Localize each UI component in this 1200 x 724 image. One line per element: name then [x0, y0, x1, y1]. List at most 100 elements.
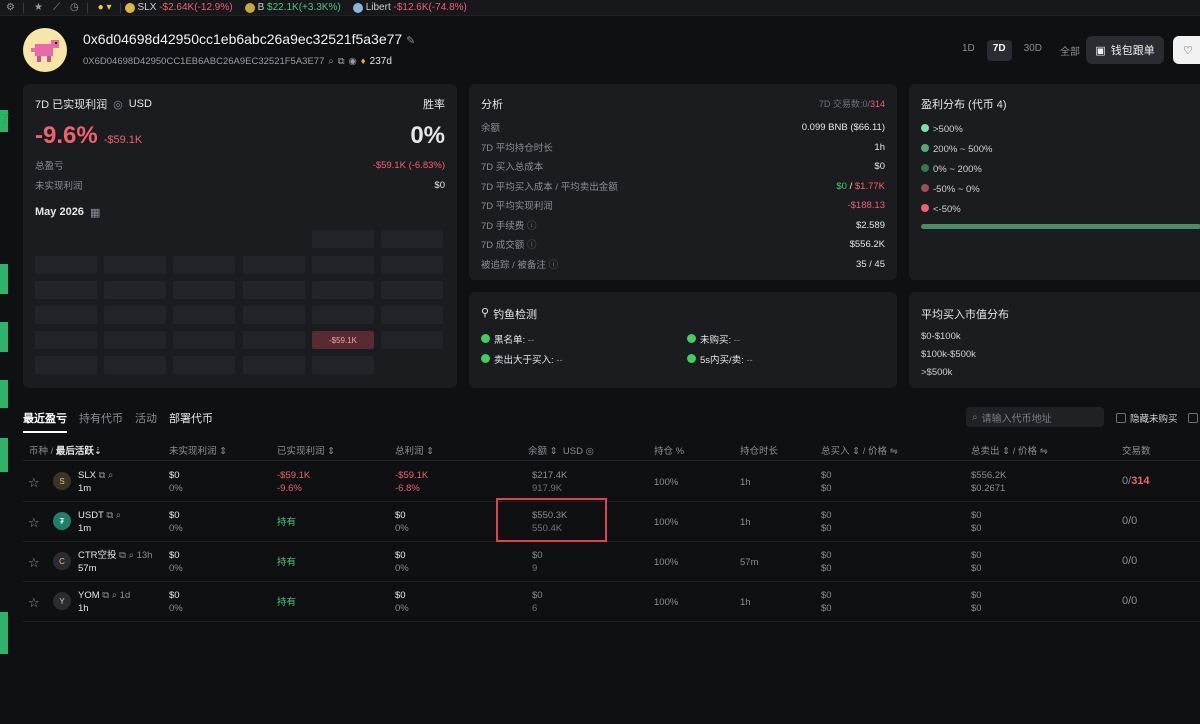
- search-icon[interactable]: ⌕: [328, 56, 333, 67]
- copy-icon[interactable]: ⧉: [106, 510, 113, 521]
- total-cost-label: 7D 买入总成本: [481, 162, 544, 173]
- month-label: May 2026: [35, 206, 84, 218]
- bought-value: $0: [821, 550, 832, 561]
- token-cell[interactable]: USDT ⧉ ⌕ 1m: [78, 509, 121, 535]
- distribution-legend: >500% 200% ~ 500% 0% ~ 200% -50% ~ 0% <-…: [921, 120, 992, 220]
- ticker-b[interactable]: B $22.1K(+3.3K%): [244, 2, 341, 13]
- unrealized-cell: $0 0%: [169, 549, 183, 575]
- star-icon[interactable]: ☆: [28, 555, 40, 571]
- token-cell[interactable]: YOM ⧉ ⌕ 1d 1h: [78, 589, 130, 615]
- period-7d[interactable]: 7D: [986, 40, 1012, 61]
- tab-recent-pnl[interactable]: 最近盈亏: [23, 410, 67, 433]
- tab-activity[interactable]: 活动: [135, 410, 157, 433]
- edit-icon[interactable]: ✎: [406, 35, 415, 47]
- pnl-title: 7D 已实现利润: [35, 99, 108, 111]
- fishhook-icon: ⚲: [481, 307, 490, 319]
- avg-buy-value: $0: [836, 180, 847, 192]
- unrealized-pct: 0%: [169, 483, 183, 494]
- token-icon: [244, 2, 255, 13]
- ticker-change: -$2.64K(-12.9%): [159, 2, 233, 13]
- copy-icon[interactable]: ⧉: [102, 590, 109, 601]
- period-all[interactable]: 全部: [1054, 40, 1086, 61]
- total-pnl-value: -$59.1K (-6.83%): [372, 159, 445, 171]
- follow-button[interactable]: ♡: [1173, 36, 1200, 64]
- legend-label: 0% ~ 200%: [933, 164, 982, 175]
- token-cell[interactable]: CTR空投 ⧉ ⌕ 13h 57m: [78, 549, 152, 575]
- coin-selector-icon[interactable]: ● ▾: [98, 2, 112, 13]
- col-total[interactable]: 总利润 ⇕: [395, 443, 434, 457]
- mcap-item: $100k-$500k: [921, 349, 976, 360]
- legend-label: <-50%: [933, 204, 961, 215]
- table-row[interactable]: ☆ S SLX ⧉ ⌕ 1m $0 0% -$59.1K -9.6% -$59.1K…: [23, 462, 1200, 502]
- position-value: 100%: [654, 517, 679, 528]
- col-trades[interactable]: 交易数: [1122, 443, 1151, 457]
- tab-holdings[interactable]: 持有代币: [79, 410, 123, 433]
- token-search-input[interactable]: ⌕ 请输入代币地址: [966, 407, 1104, 427]
- col-hold[interactable]: 持仓时长: [740, 443, 778, 457]
- ticker-slx[interactable]: SLX -$2.64K(-12.9%): [124, 2, 233, 13]
- fishing-header: ⚲ 钓鱼检测: [481, 306, 537, 322]
- copy-icon[interactable]: ⧉: [99, 470, 106, 481]
- calendar-cell: [173, 306, 235, 324]
- table-row[interactable]: ☆ Y YOM ⧉ ⌕ 1d 1h $0 0% 持有 $0 0% $0 6 100% …: [23, 582, 1200, 622]
- table-row[interactable]: ☆ C CTR空投 ⧉ ⌕ 13h 57m $0 0% 持有 $0 0% $0 9 1…: [23, 542, 1200, 582]
- col-unrealized[interactable]: 未实现利润 ⇕: [169, 443, 227, 457]
- calendar-cell: [381, 306, 443, 324]
- star-icon[interactable]: ★: [34, 2, 43, 13]
- legend-label: -50% ~ 0%: [933, 184, 980, 195]
- col-position[interactable]: 持仓 %: [654, 443, 684, 457]
- star-icon[interactable]: ☆: [28, 475, 40, 491]
- ticker-symbol: B: [257, 2, 265, 13]
- trades-sell: 314: [1131, 475, 1150, 487]
- bought-cell: $0 $0: [821, 509, 832, 535]
- table-row[interactable]: ☆ ₮ USDT ⧉ ⌕ 1m $0 0% 持有 $0 0% $550.3K 550.…: [23, 502, 1200, 542]
- table-header: 币种 / 最后活跃⇣ 未实现利润 ⇕ 已实现利润 ⇕ 总利润 ⇕ 余额 ⇕ US…: [23, 437, 1200, 461]
- copy-icon[interactable]: ⧉: [119, 550, 126, 561]
- avatar: [23, 28, 67, 72]
- total-cell: $0 0%: [395, 589, 409, 615]
- wallet-copytrade-button[interactable]: ▣ 钱包跟单: [1086, 36, 1164, 64]
- search-icon[interactable]: ⌕: [112, 590, 117, 601]
- gear-icon[interactable]: ⚙: [6, 2, 15, 13]
- chart-icon[interactable]: ⟋: [53, 2, 60, 13]
- background-window-strip: [0, 438, 8, 472]
- calendar-icon[interactable]: ▦: [90, 206, 100, 219]
- copy-icon[interactable]: ⧉: [338, 56, 345, 67]
- star-icon[interactable]: ☆: [28, 595, 40, 611]
- info-icon[interactable]: ⓘ: [549, 260, 559, 271]
- activity-tabs: 最近盈亏 持有代币 活动 部署代币: [23, 410, 213, 433]
- checkbox[interactable]: [1187, 413, 1198, 423]
- col-token[interactable]: 币种 / 最后活跃⇣: [29, 443, 102, 457]
- total-cell: -$59.1K -6.8%: [395, 469, 428, 495]
- sold-cell: $0 $0: [971, 509, 982, 535]
- period-1d[interactable]: 1D: [956, 40, 981, 61]
- month-selector[interactable]: May 2026 ▦: [35, 206, 100, 219]
- token-cell[interactable]: SLX ⧉ ⌕ 1m: [78, 469, 113, 495]
- history-icon[interactable]: ◷: [70, 2, 79, 13]
- col-bought[interactable]: 总买入 ⇕ / 价格 ⇋: [821, 443, 898, 457]
- info-icon[interactable]: ⓘ: [527, 221, 537, 232]
- position-value: 100%: [654, 597, 679, 608]
- legend-item: -50% ~ 0%: [921, 180, 992, 200]
- currency-toggle[interactable]: USD: [129, 98, 152, 110]
- col-realized[interactable]: 已实现利润 ⇕: [277, 443, 335, 457]
- col-balance[interactable]: 余额 ⇕ USD ◎: [528, 443, 594, 457]
- tab-deployed[interactable]: 部署代币: [169, 410, 213, 433]
- analysis-row: 7D 买入总成本 $0: [481, 159, 885, 174]
- total-pnl-label: 总盈亏: [35, 161, 64, 172]
- star-icon[interactable]: ☆: [28, 515, 40, 531]
- search-icon[interactable]: ⌕: [108, 470, 113, 481]
- col-sold[interactable]: 总卖出 ⇕ / 价格 ⇋: [971, 443, 1048, 457]
- checkbox[interactable]: [1116, 413, 1126, 423]
- legend-dot: [921, 204, 929, 212]
- search-icon[interactable]: ⌕: [129, 550, 134, 561]
- bought-price: $0: [821, 563, 832, 574]
- hide-unbought-toggle[interactable]: 隐藏未购买: [1116, 411, 1198, 425]
- unrealized-value: $0: [434, 179, 445, 191]
- search-icon[interactable]: ⌕: [116, 510, 121, 521]
- ticker-libert[interactable]: Libert -$12.6K(-74.8%): [352, 2, 467, 13]
- calendar-cell-loss[interactable]: -$59.1K: [312, 331, 374, 349]
- info-icon[interactable]: ⓘ: [527, 240, 537, 251]
- period-30d[interactable]: 30D: [1018, 40, 1048, 61]
- sold-cell: $556.2K $0.2671: [971, 469, 1006, 495]
